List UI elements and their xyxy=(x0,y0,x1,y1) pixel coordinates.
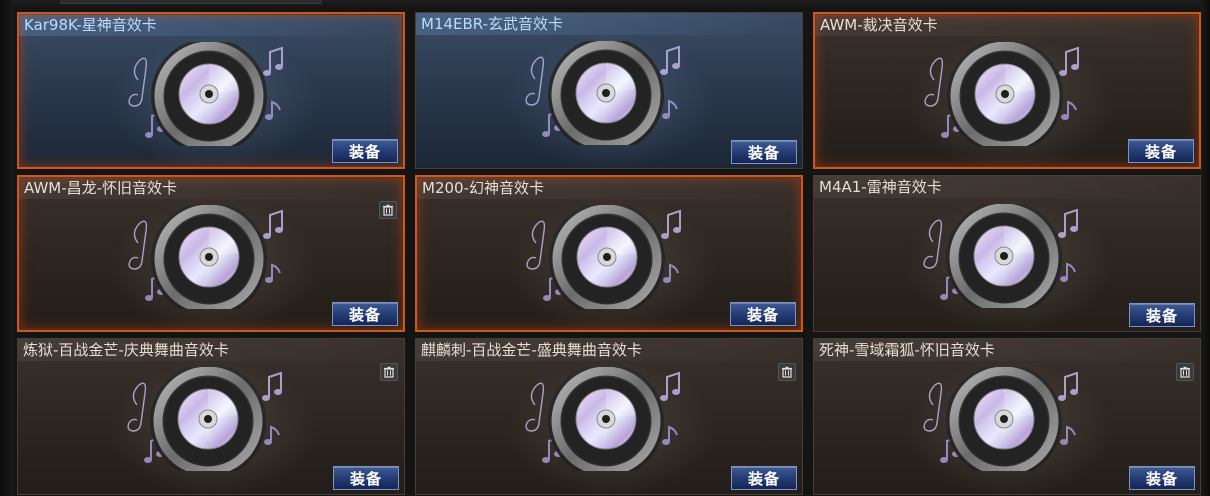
card-title: M4A1-雷神音效卡 xyxy=(819,178,942,196)
music-disc-icon xyxy=(920,42,1090,146)
sound-card[interactable]: 麒麟刺-百战金芒-盛典舞曲音效卡 装备 xyxy=(415,338,803,495)
equip-button[interactable]: 装备 xyxy=(1128,139,1194,163)
trash-icon[interactable] xyxy=(380,363,398,381)
sound-card[interactable]: Kar98K-星神音效卡 装备 xyxy=(17,12,405,169)
sound-card[interactable]: M4A1-雷神音效卡 装备 xyxy=(813,175,1201,332)
sound-card[interactable]: 死神-雪域霜狐-怀旧音效卡 装备 xyxy=(813,338,1201,495)
card-title: M14EBR-玄武音效卡 xyxy=(421,15,564,33)
top-bar xyxy=(0,0,1210,8)
music-disc-icon xyxy=(521,41,691,145)
sound-card[interactable]: M200-幻神音效卡 装备 xyxy=(415,175,803,332)
equip-button[interactable]: 装备 xyxy=(1129,466,1195,490)
sound-card[interactable]: M14EBR-玄武音效卡 装备 xyxy=(415,12,803,169)
card-title: 麒麟刺-百战金芒-盛典舞曲音效卡 xyxy=(421,341,642,359)
equip-button[interactable]: 装备 xyxy=(1129,303,1195,327)
sound-card[interactable]: AWM-昌龙-怀旧音效卡 装备 xyxy=(17,175,405,332)
music-disc-icon xyxy=(124,205,294,309)
right-edge xyxy=(1200,0,1210,496)
music-disc-icon xyxy=(522,205,692,309)
equip-button[interactable]: 装备 xyxy=(333,466,399,490)
sound-card[interactable]: 炼狱-百战金芒-庆典舞曲音效卡 装备 xyxy=(17,338,405,495)
equip-button[interactable]: 装备 xyxy=(731,140,797,164)
left-edge xyxy=(0,0,14,496)
card-title: Kar98K-星神音效卡 xyxy=(24,16,157,34)
card-title: AWM-昌龙-怀旧音效卡 xyxy=(24,179,178,197)
card-title: M200-幻神音效卡 xyxy=(422,179,544,197)
music-disc-icon xyxy=(521,367,691,471)
card-title: 炼狱-百战金芒-庆典舞曲音效卡 xyxy=(23,341,229,359)
trash-icon[interactable] xyxy=(778,363,796,381)
music-disc-icon xyxy=(919,367,1089,471)
card-title: AWM-裁决音效卡 xyxy=(820,16,938,34)
sound-card-grid: Kar98K-星神音效卡 装备 M14EBR-玄武音效卡 装备 AWM-裁决音效… xyxy=(17,12,1201,495)
sound-card[interactable]: AWM-裁决音效卡 装备 xyxy=(813,12,1201,169)
card-title: 死神-雪域霜狐-怀旧音效卡 xyxy=(819,341,995,359)
music-disc-icon xyxy=(124,42,294,146)
music-disc-icon xyxy=(123,367,293,471)
equip-button[interactable]: 装备 xyxy=(731,466,797,490)
equip-button[interactable]: 装备 xyxy=(730,302,796,326)
top-tab-edge xyxy=(60,0,322,4)
equip-button[interactable]: 装备 xyxy=(332,302,398,326)
equip-button[interactable]: 装备 xyxy=(332,139,398,163)
trash-icon[interactable] xyxy=(1176,363,1194,381)
music-disc-icon xyxy=(919,204,1089,308)
trash-icon[interactable] xyxy=(379,201,397,219)
